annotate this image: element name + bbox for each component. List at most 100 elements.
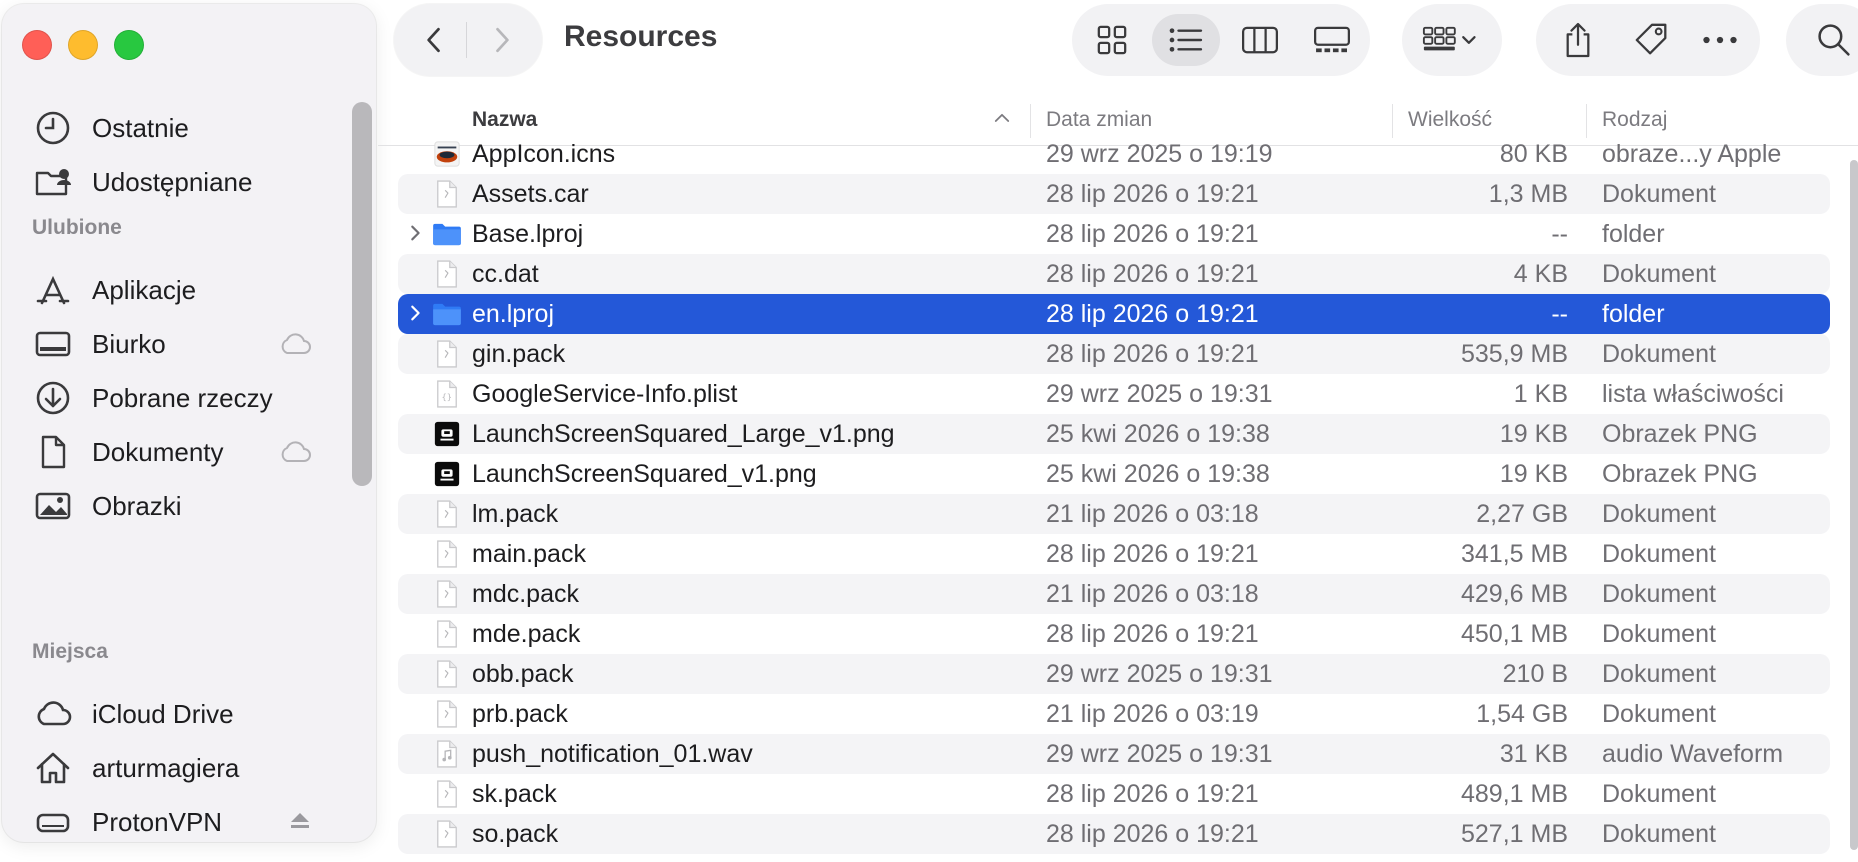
file-name: AppIcon.icns bbox=[472, 140, 616, 168]
sidebar-item-label: Udostępniane bbox=[92, 166, 253, 197]
file-row[interactable]: gin.pack 28 lip 2026 o 19:21 535,9 MB Dokum… bbox=[398, 334, 1830, 374]
document-file-icon bbox=[432, 338, 462, 370]
file-kind: Dokument bbox=[1602, 820, 1716, 848]
gallery-view-button[interactable] bbox=[1298, 14, 1366, 66]
file-name: GoogleService-Info.plist bbox=[472, 380, 738, 408]
file-kind: Obrazek PNG bbox=[1602, 460, 1758, 488]
sort-ascending-icon bbox=[994, 110, 1010, 128]
sidebar-item-home[interactable]: arturmagiera bbox=[32, 744, 332, 792]
svg-text:{}: {} bbox=[441, 392, 452, 402]
sidebar-item-desktop[interactable]: Biurko bbox=[32, 320, 332, 368]
folder-row[interactable]: Base.lproj 28 lip 2026 o 19:21 -- folder bbox=[398, 214, 1830, 254]
sidebar-scrollbar[interactable] bbox=[352, 102, 372, 486]
file-date-modified: 21 lip 2026 o 03:18 bbox=[1046, 580, 1259, 608]
group-by-button[interactable] bbox=[1402, 4, 1502, 76]
file-row[interactable]: LaunchScreenSquared_v1.png 25 kwi 2026 o … bbox=[398, 454, 1830, 494]
document-file-icon bbox=[432, 818, 462, 850]
close-window-button[interactable] bbox=[22, 30, 52, 60]
icloud-status-icon bbox=[278, 331, 312, 362]
file-row[interactable]: mdc.pack 21 lip 2026 o 03:18 429,6 MB Dokum… bbox=[398, 574, 1830, 614]
file-kind: lista właściwości bbox=[1602, 380, 1784, 408]
file-name: gin.pack bbox=[472, 340, 566, 368]
back-button[interactable] bbox=[416, 22, 452, 58]
tags-button[interactable] bbox=[1630, 18, 1674, 62]
share-button[interactable] bbox=[1556, 18, 1600, 62]
sidebar-item-shared[interactable]: Udostępniane bbox=[32, 158, 332, 206]
search-icon bbox=[1818, 24, 1850, 56]
disclosure-chevron-icon[interactable] bbox=[406, 224, 426, 244]
file-date-modified: 29 wrz 2025 o 19:19 bbox=[1046, 140, 1273, 168]
column-size-header[interactable]: Wielkość bbox=[1408, 108, 1492, 132]
file-row[interactable]: cc.dat 28 lip 2026 o 19:21 4 KB Dokument bbox=[398, 254, 1830, 294]
png-image-icon bbox=[432, 458, 462, 490]
forward-button[interactable] bbox=[484, 22, 520, 58]
file-row[interactable]: {} GoogleService-Info.plist 29 wrz 2025 o … bbox=[398, 374, 1830, 414]
more-actions-button[interactable] bbox=[1698, 18, 1742, 62]
sidebar-item-applications[interactable]: Aplikacje bbox=[32, 266, 332, 314]
file-name: mde.pack bbox=[472, 620, 581, 648]
column-name-header[interactable]: Nazwa bbox=[472, 108, 537, 132]
file-row[interactable]: push_notification_01.wav 29 wrz 2025 o 19… bbox=[398, 734, 1830, 774]
file-row[interactable]: mde.pack 28 lip 2026 o 19:21 450,1 MB Dokum… bbox=[398, 614, 1830, 654]
clock-icon bbox=[32, 107, 74, 149]
file-date-modified: 28 lip 2026 o 19:21 bbox=[1046, 820, 1259, 848]
document-file-icon bbox=[432, 178, 462, 210]
file-size: 1,54 GB bbox=[1476, 700, 1568, 728]
search-button[interactable] bbox=[1786, 4, 1858, 76]
icon-view-button[interactable] bbox=[1078, 14, 1146, 66]
file-size: 19 KB bbox=[1499, 420, 1568, 448]
drive-icon bbox=[32, 801, 74, 842]
sidebar-item-recents[interactable]: Ostatnie bbox=[32, 104, 332, 152]
sidebar-item-protonvpn[interactable]: ProtonVPN bbox=[32, 798, 332, 842]
file-date-modified: 28 lip 2026 o 19:21 bbox=[1046, 220, 1259, 248]
file-row[interactable]: LaunchScreenSquared_Large_v1.png 25 kwi 2… bbox=[398, 414, 1830, 454]
file-name: lm.pack bbox=[472, 500, 559, 528]
file-size: 1,3 MB bbox=[1488, 180, 1568, 208]
divider bbox=[466, 22, 467, 58]
sidebar-item-icloud-drive[interactable]: iCloud Drive bbox=[32, 690, 332, 738]
list-icon bbox=[1169, 28, 1203, 52]
file-kind: Dokument bbox=[1602, 620, 1716, 648]
file-date-modified: 25 kwi 2026 o 19:38 bbox=[1046, 460, 1270, 488]
file-size: 2,27 GB bbox=[1476, 500, 1568, 528]
document-file-icon bbox=[432, 258, 462, 290]
file-name: push_notification_01.wav bbox=[472, 740, 753, 768]
file-row[interactable]: prb.pack 21 lip 2026 o 03:19 1,54 GB Dokume… bbox=[398, 694, 1830, 734]
sidebar-item-pictures[interactable]: Obrazki bbox=[32, 482, 332, 530]
sidebar-item-downloads[interactable]: Pobrane rzeczy bbox=[32, 374, 332, 422]
sidebar-item-label: Pobrane rzeczy bbox=[92, 382, 273, 413]
file-row[interactable]: Assets.car 28 lip 2026 o 19:21 1,3 MB Dokum… bbox=[398, 174, 1830, 214]
eject-icon[interactable] bbox=[288, 810, 312, 835]
file-kind: Dokument bbox=[1602, 540, 1716, 568]
sidebar-item-label: ProtonVPN bbox=[92, 806, 223, 837]
png-image-icon bbox=[432, 418, 462, 450]
pictures-icon bbox=[32, 485, 74, 527]
column-view-button[interactable] bbox=[1226, 14, 1294, 66]
column-separator[interactable] bbox=[1586, 104, 1587, 138]
file-row[interactable]: so.pack 28 lip 2026 o 19:21 527,1 MB Dokume… bbox=[398, 814, 1830, 854]
file-row[interactable]: main.pack 28 lip 2026 o 19:21 341,5 MB Doku… bbox=[398, 534, 1830, 574]
column-separator[interactable] bbox=[1030, 104, 1031, 138]
file-size: 450,1 MB bbox=[1460, 620, 1568, 648]
ellipsis-icon bbox=[1703, 36, 1737, 44]
file-kind: Dokument bbox=[1602, 580, 1716, 608]
finder-window: Ostatnie Udostępniane Ulubione Aplikacje… bbox=[0, 0, 1858, 862]
column-date-header[interactable]: Data zmian bbox=[1046, 108, 1152, 132]
file-row[interactable]: lm.pack 21 lip 2026 o 03:18 2,27 GB Dokumen… bbox=[398, 494, 1830, 534]
file-row[interactable]: obb.pack 29 wrz 2025 o 19:31 210 B Dokument bbox=[398, 654, 1830, 694]
file-row[interactable]: AppIcon.icns 29 wrz 2025 o 19:19 80 KB obra… bbox=[398, 134, 1830, 174]
file-kind: audio Waveform bbox=[1602, 740, 1784, 768]
file-list-scrollbar[interactable] bbox=[1850, 160, 1858, 850]
sidebar-section-places: Miejsca bbox=[32, 640, 108, 663]
sidebar-item-documents[interactable]: Dokumenty bbox=[32, 428, 332, 476]
minimize-window-button[interactable] bbox=[68, 30, 98, 60]
column-kind-header[interactable]: Rodzaj bbox=[1602, 108, 1667, 132]
zoom-window-button[interactable] bbox=[114, 30, 144, 60]
column-separator[interactable] bbox=[1392, 104, 1393, 138]
window-title: Resources bbox=[564, 20, 718, 53]
file-row[interactable]: sk.pack 28 lip 2026 o 19:21 489,1 MB Dokume… bbox=[398, 774, 1830, 814]
disclosure-chevron-icon[interactable] bbox=[406, 304, 426, 324]
list-view-button[interactable] bbox=[1152, 14, 1220, 66]
sidebar-item-label: arturmagiera bbox=[92, 752, 240, 783]
folder-row[interactable]: en.lproj 28 lip 2026 o 19:21 -- folder bbox=[398, 294, 1830, 334]
